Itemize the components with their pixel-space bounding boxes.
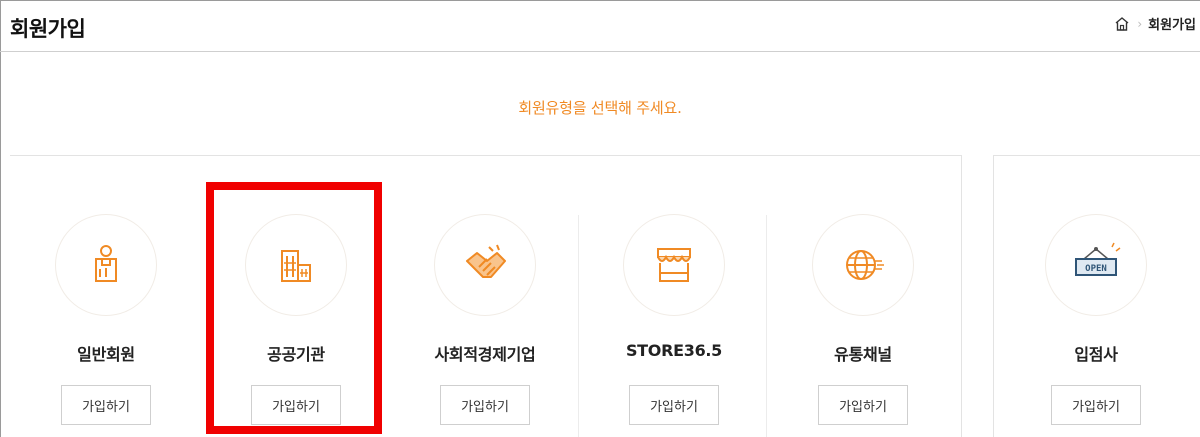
storefront-icon bbox=[657, 248, 691, 282]
open-sign-text: OPEN bbox=[1085, 264, 1107, 274]
open-sign-icon: OPEN bbox=[1075, 242, 1121, 276]
page-header: 회원가입 › 회원가입 bbox=[0, 0, 1200, 50]
join-distribution-button[interactable]: 가입하기 bbox=[818, 385, 908, 425]
member-type-label: 유통채널 bbox=[834, 345, 892, 364]
breadcrumb-current: 회원가입 bbox=[1148, 18, 1196, 33]
breadcrumb-separator-icon: › bbox=[1137, 16, 1143, 31]
column-divider bbox=[766, 215, 767, 437]
person-badge-icon bbox=[95, 245, 117, 282]
icon-circle bbox=[56, 215, 156, 315]
instruction-text: 회원유형을 선택해 주세요. bbox=[518, 99, 682, 117]
header-divider bbox=[0, 51, 1200, 52]
column-divider bbox=[578, 215, 579, 437]
join-store-button[interactable]: 가입하기 bbox=[629, 385, 719, 425]
join-vendor-button[interactable]: 가입하기 bbox=[1051, 385, 1141, 425]
page-title: 회원가입 bbox=[10, 17, 86, 41]
member-type-label: 사회적경제기업 bbox=[434, 345, 536, 364]
member-type-card-vendor: OPEN 입점사 가입하기 bbox=[1016, 215, 1176, 437]
home-icon[interactable] bbox=[1113, 15, 1131, 33]
member-type-card-distribution: 유통채널 가입하기 bbox=[783, 215, 943, 437]
member-type-card-social: 사회적경제기업 가입하기 bbox=[405, 215, 565, 437]
selection-highlight bbox=[206, 182, 382, 434]
globe-network-icon bbox=[846, 250, 884, 280]
member-type-card-store: STORE36.5 가입하기 bbox=[594, 215, 754, 437]
member-type-label: 입점사 bbox=[1074, 345, 1118, 364]
member-type-card-general: 일반회원 가입하기 bbox=[26, 215, 186, 437]
join-general-button[interactable]: 가입하기 bbox=[61, 385, 151, 425]
member-type-label: 일반회원 bbox=[77, 345, 135, 364]
handshake-icon bbox=[466, 244, 506, 278]
icon-circle bbox=[813, 215, 913, 315]
member-type-label: STORE36.5 bbox=[625, 341, 723, 360]
icon-circle bbox=[624, 215, 724, 315]
icon-circle: OPEN bbox=[1046, 215, 1146, 315]
breadcrumb: › 회원가입 bbox=[1113, 14, 1196, 33]
join-social-button[interactable]: 가입하기 bbox=[440, 385, 530, 425]
icon-circle bbox=[435, 215, 535, 315]
